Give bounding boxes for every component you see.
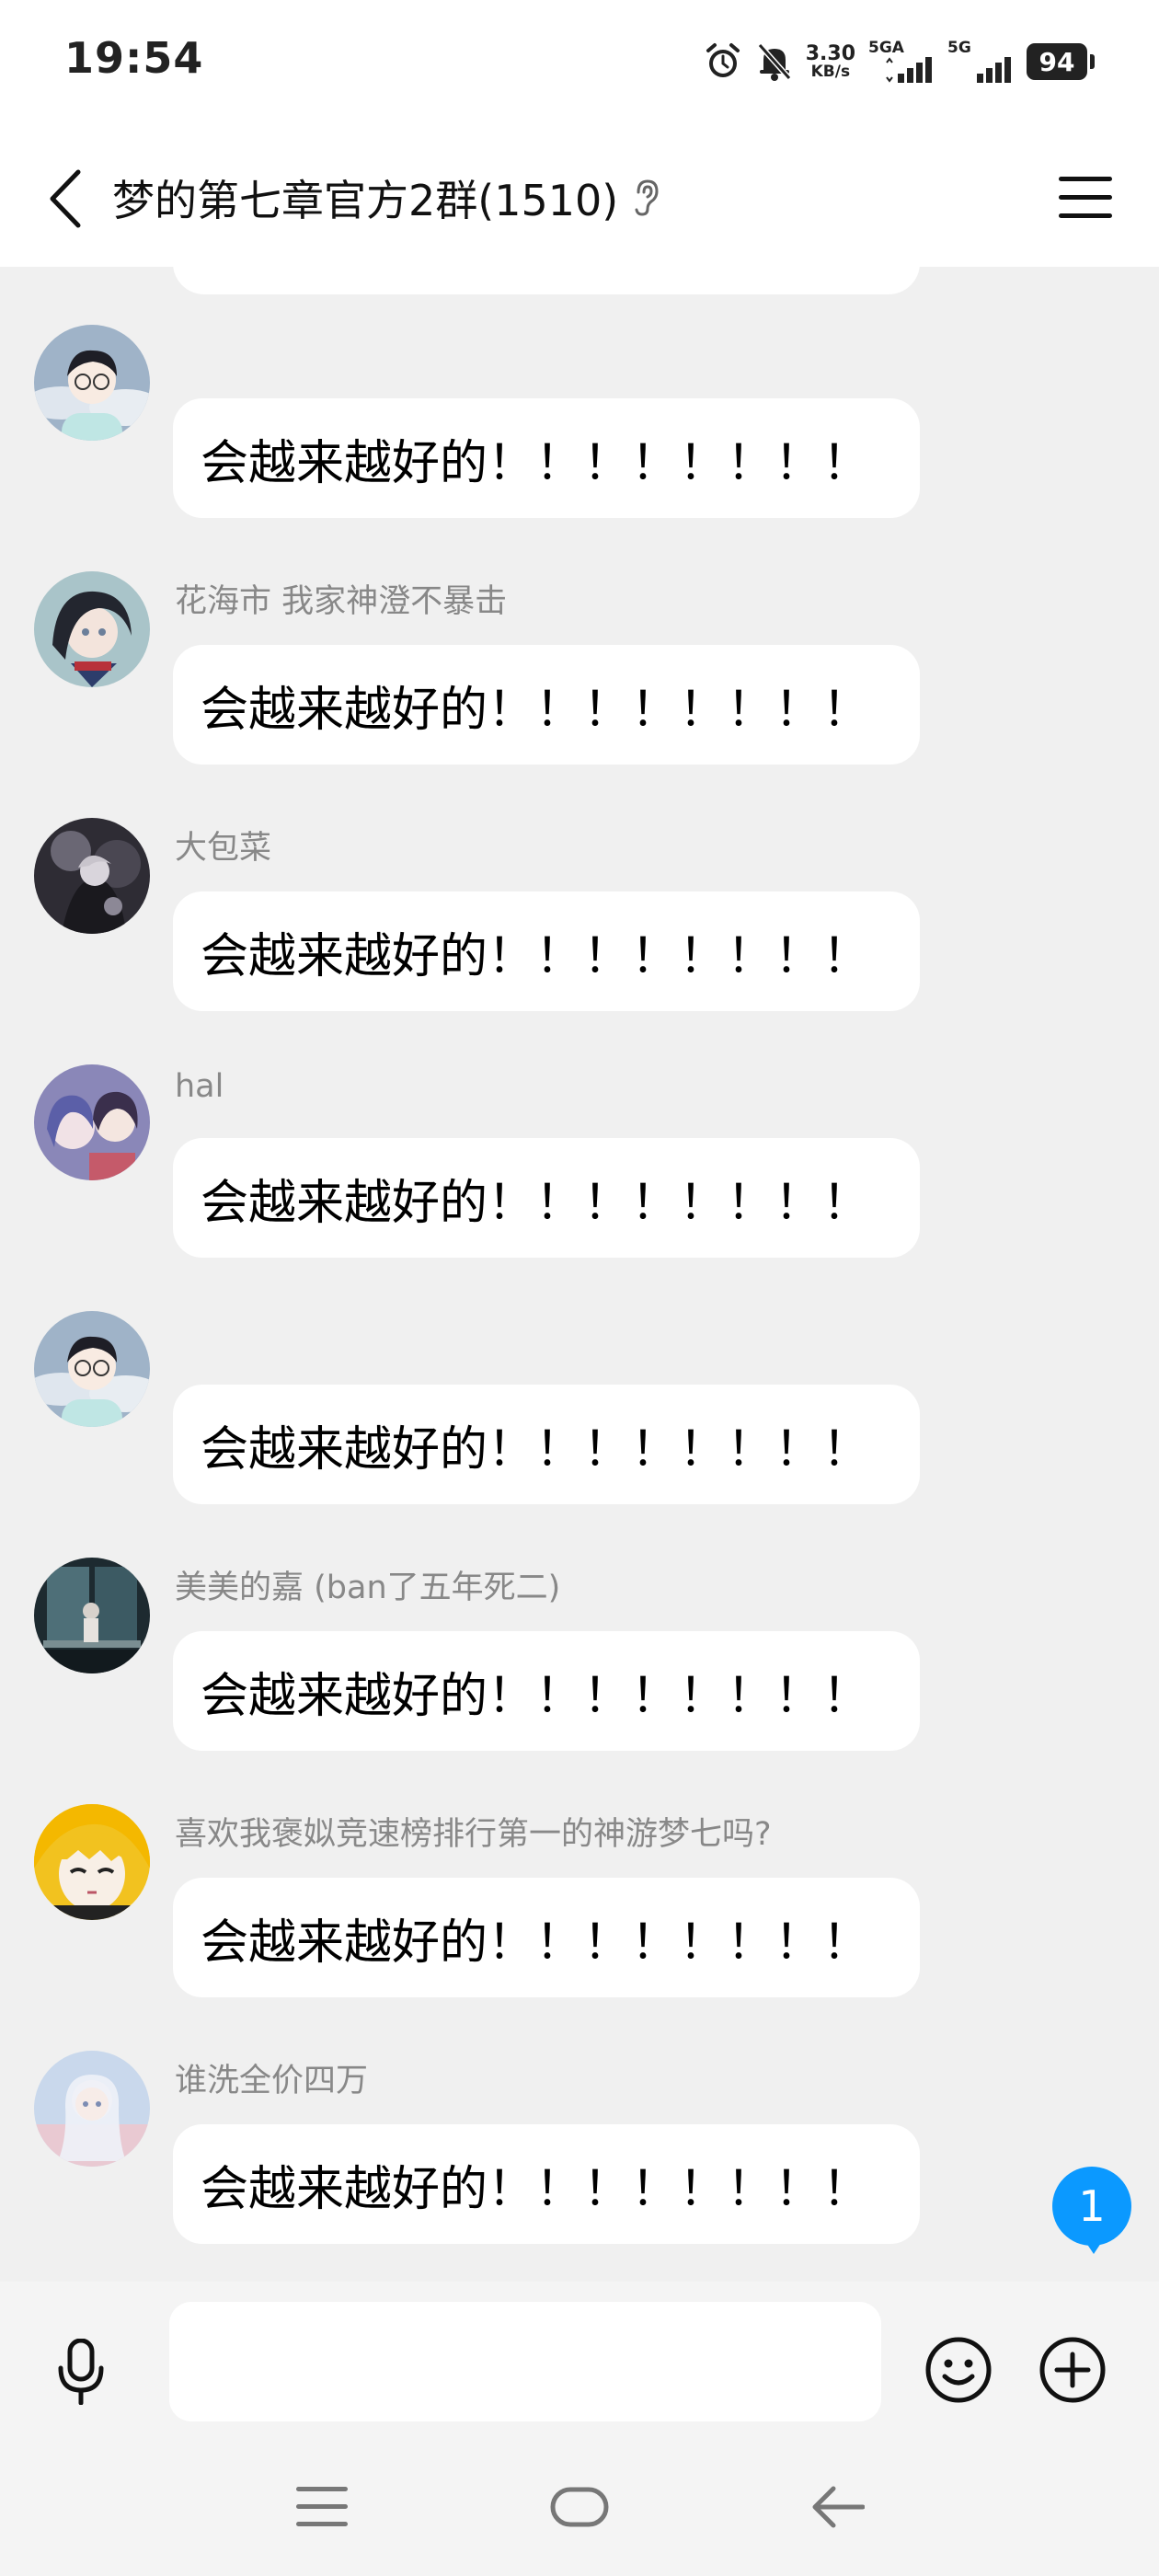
smiley-icon — [925, 2337, 992, 2403]
status-time: 19:54 — [64, 33, 204, 83]
sender-name: 花海市 我家神澄不暴击 — [175, 583, 508, 620]
message-item: 花海市 我家神澄不暴击 会越来越好的！！！！！！！！ — [0, 571, 1159, 818]
anime-dark-hair-avatar[interactable] — [34, 571, 150, 687]
message-input[interactable] — [169, 2302, 881, 2421]
input-bar — [0, 2282, 1159, 2447]
message-bubble[interactable]: 会越来越好的！！！！！！！！ — [173, 645, 920, 765]
message-bubble[interactable]: 会越来越好的！！！！！！！！ — [173, 1631, 920, 1751]
sender-name: 美美的嘉 (ban了五年死二) — [175, 1570, 561, 1606]
message-list[interactable]: 会越来越好的！！！！！！！！ 花海市 我家神澄不暴击 会越来越好的！！！！！！！… — [0, 267, 1159, 2282]
message-bubble[interactable]: 会越来越好的！！！！！！！！ — [173, 1878, 920, 1997]
back-button[interactable] — [33, 162, 98, 236]
chat-header: 梦的第七章官方2群(1510) — [0, 129, 1159, 267]
message-bubble[interactable]: 会越来越好的！！！！！！！！ — [173, 2124, 920, 2244]
sim2-label: 5G — [947, 39, 971, 57]
signal-icon — [977, 57, 1011, 83]
unread-count-badge[interactable]: 1 — [1052, 2167, 1131, 2246]
message-bubble[interactable]: 会越来越好的！！！！！！！！ — [173, 398, 920, 518]
message-item: 大包菜 会越来越好的！！！！！！！！ — [0, 818, 1159, 1064]
network-speed: 3.30 KB/s — [805, 41, 855, 81]
page-title: 梦的第七章官方2群(1510) — [112, 176, 619, 225]
title-group[interactable]: 梦的第七章官方2群(1510) — [112, 167, 662, 228]
status-bar: 19:54 3.30 KB/s 5GA 5G 94 — [0, 0, 1159, 129]
message-item: 会越来越好的！！！！！！！！ — [0, 325, 1159, 571]
pastel-girl-avatar[interactable] — [34, 2051, 150, 2167]
nav-menu-icon — [296, 2487, 348, 2526]
unread-badge-tail — [1083, 2237, 1105, 2254]
sender-name: 谁洗全价四万 — [175, 2063, 369, 2099]
message-item: hal 会越来越好的！！！！！！！！ — [0, 1064, 1159, 1311]
sim2-signal: 5G — [947, 37, 1014, 86]
network-speed-unit: KB/s — [810, 62, 851, 81]
nav-back-icon — [812, 2486, 865, 2528]
signal-icon — [886, 57, 932, 83]
glasses-boy-avatar[interactable] — [34, 325, 150, 441]
ear-icon — [631, 178, 662, 218]
message-bubble[interactable]: 会越来越好的！！！！！！！！ — [173, 1385, 920, 1504]
yellow-hair-anime-avatar[interactable] — [34, 1804, 150, 1920]
network-speed-value: 3.30 — [805, 41, 855, 65]
message-item: 喜欢我褒姒竞速榜排行第一的神游梦七吗? 会越来越好的！！！！！！！！ — [0, 1804, 1159, 2051]
sender-name: hal — [175, 1068, 224, 1105]
message-bubble[interactable]: 会越来越好的！！！！！！！！ — [173, 891, 920, 1011]
sim1-signal: 5GA — [868, 37, 935, 86]
battery-indicator: 94 — [1027, 43, 1095, 80]
alarm-icon — [703, 41, 743, 82]
partial-message-bubble[interactable] — [173, 267, 920, 294]
dark-figure-avatar[interactable] — [34, 818, 150, 934]
battery-tip — [1090, 54, 1095, 69]
back-arrow-icon — [50, 169, 81, 228]
nav-back-button[interactable] — [791, 2475, 883, 2539]
battery-level: 94 — [1027, 43, 1087, 80]
emoji-button[interactable] — [922, 2333, 995, 2407]
mute-bell-icon — [756, 41, 793, 82]
message-item: 美美的嘉 (ban了五年死二) 会越来越好的！！！！！！！！ — [0, 1558, 1159, 1804]
window-scene-avatar[interactable] — [34, 1558, 150, 1673]
plus-icon — [1039, 2337, 1106, 2403]
message-item: 谁洗全价四万 会越来越好的！！！！！！！！ — [0, 2051, 1159, 2282]
anime-pair-avatar[interactable] — [34, 1064, 150, 1180]
chat-menu-button[interactable] — [1049, 166, 1122, 230]
more-actions-button[interactable] — [1036, 2333, 1109, 2407]
glasses-boy-avatar[interactable] — [34, 1311, 150, 1427]
nav-recents-button[interactable] — [276, 2475, 368, 2539]
message-item: 会越来越好的！！！！！！！！ — [0, 1311, 1159, 1558]
voice-button[interactable] — [42, 2333, 120, 2410]
microphone-icon — [58, 2339, 104, 2405]
system-nav-bar — [0, 2447, 1159, 2576]
status-icons: 3.30 KB/s 5GA 5G 94 — [703, 37, 1095, 86]
message-bubble[interactable]: 会越来越好的！！！！！！！！ — [173, 1138, 920, 1258]
hamburger-menu-icon — [1059, 177, 1112, 218]
sender-name: 大包菜 — [175, 830, 272, 867]
nav-home-button[interactable] — [534, 2475, 625, 2539]
nav-home-icon — [550, 2487, 609, 2527]
sim1-label: 5GA — [868, 39, 904, 57]
sender-name: 喜欢我褒姒竞速榜排行第一的神游梦七吗? — [175, 1816, 772, 1853]
